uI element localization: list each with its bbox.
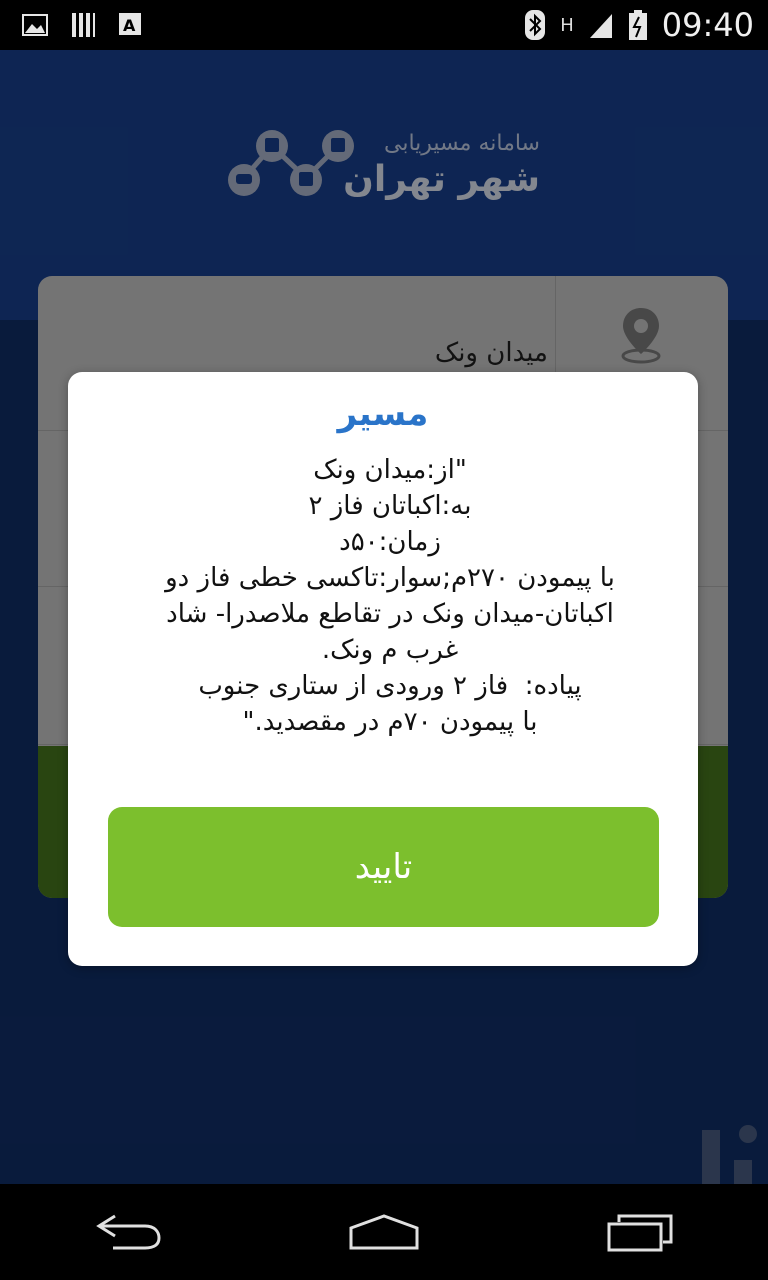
back-icon [96,1214,161,1250]
dialog-title: مسیر [337,394,429,434]
svg-text:A: A [123,16,136,35]
signal-icon [589,14,612,38]
status-bar: A H 09:40 [0,0,768,50]
sim-icon [72,13,95,37]
dialog-line: با پیمودن ۷۰م در مقصدید." [242,707,538,737]
dialog-message: "از:میدان ونک به:اکباتان فاز ۲ زمان:۵۰د … [102,452,678,740]
network-type-label: H [560,14,574,36]
confirm-button[interactable]: تایید [108,807,659,927]
image-icon [22,14,48,36]
dialog-line: پیاده: فاز ۲ ورودی از ستاری جنوب [198,671,582,701]
recents-icon [607,1214,673,1252]
accessibility-icon: A [119,13,141,35]
home-icon [349,1214,419,1250]
bluetooth-icon [525,10,546,40]
status-time: 09:40 [661,6,754,44]
dialog-line: "از:میدان ونک [313,455,467,485]
route-dialog: مسیر "از:میدان ونک به:اکباتان فاز ۲ زمان… [68,372,698,966]
recents-button[interactable] [595,1202,685,1262]
dialog-line: زمان:۵۰د [339,527,441,557]
dialog-line: غرب م ونک. [321,635,459,665]
home-button[interactable] [339,1202,429,1262]
app-screen: سامانه مسیریابی شهر تهران میدان ونک مسیر… [0,50,768,1184]
dialog-line: با پیمودن ۲۷۰م;سوار:تاکسی خطی فاز دو [165,563,615,593]
back-button[interactable] [83,1202,173,1262]
dialog-line: به:اکباتان فاز ۲ [308,491,472,521]
navigation-bar [0,1184,768,1280]
dialog-line: اکباتان-میدان ونک در تقاطع ملاصدرا- شاد [166,599,614,629]
battery-icon [628,10,647,40]
